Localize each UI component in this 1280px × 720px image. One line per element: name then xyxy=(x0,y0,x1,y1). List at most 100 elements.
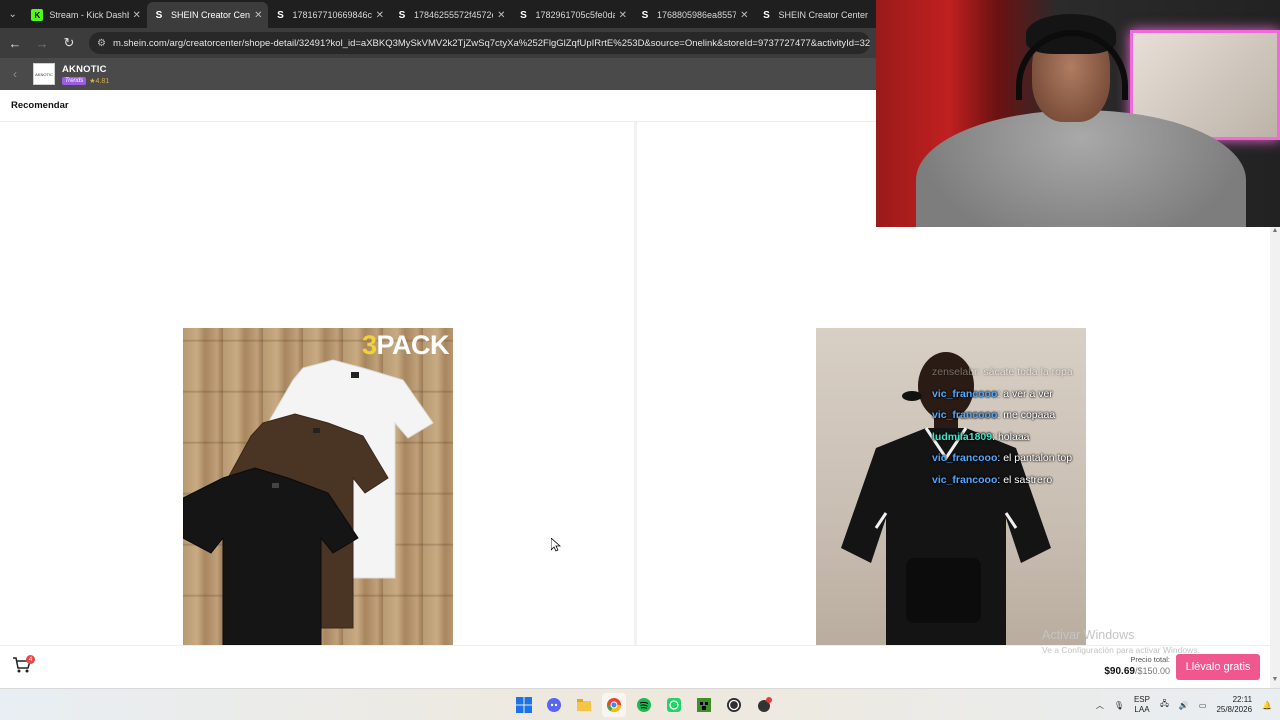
checkout-bar: 4 Activar Windows Ve a Configuración par… xyxy=(0,628,1270,688)
chat-message: zenselabr: sácate toda la ropa xyxy=(932,362,1152,384)
obs-icon[interactable] xyxy=(722,693,746,717)
stream-chat-overlay: zenselabr: sácate toda la ropa vic_franc… xyxy=(932,362,1152,491)
lang-line-1: ESP xyxy=(1133,695,1150,704)
tab-search-chevron-icon[interactable]: ⌄ xyxy=(0,0,25,28)
back-arrow-icon[interactable]: ← xyxy=(3,31,27,55)
tab-shein-creator-center[interactable]: S SHEIN Creator Center ✕ xyxy=(146,2,269,28)
shein-favicon-icon: S xyxy=(155,9,163,21)
section-header: Recomendar xyxy=(0,90,876,122)
shein-favicon-icon: S xyxy=(277,9,284,21)
url-text: m.shein.com/arg/creatorcenter/shope-deta… xyxy=(112,37,870,49)
pack-number: 3 xyxy=(361,330,377,360)
browser-tab-strip: ⌄ K Stream - Kick Dashbo ✕ S SHEIN Creat… xyxy=(0,0,876,28)
spotify-icon[interactable] xyxy=(632,693,656,717)
chrome-icon[interactable] xyxy=(602,693,626,717)
url-input[interactable]: ⚙ m.shein.com/arg/creatorcenter/shope-de… xyxy=(89,32,870,54)
lang-line-2: LAA xyxy=(1134,705,1150,714)
chat-text: el sastrero xyxy=(1003,473,1053,486)
windows-taskbar: ︿ 🎙 ESP LAA 🖧 🔊 ▭ 22:11 25/8/2026 🔔 xyxy=(0,688,1280,720)
tab-close-icon[interactable]: ✕ xyxy=(376,10,384,21)
chat-text: el pantalon top xyxy=(1003,452,1073,464)
pack-text: PACK xyxy=(376,330,449,360)
watermark-line-1: Activar Windows xyxy=(1042,628,1135,642)
tab-shein-creator-center-2[interactable]: S SHEIN Creator Center xyxy=(755,2,877,28)
shein-favicon-icon: S xyxy=(398,9,406,21)
price-summary: Precio total: $90.69/$150.00 xyxy=(1104,655,1170,677)
trends-badge: Trends xyxy=(62,76,87,85)
app-icon[interactable] xyxy=(752,693,776,717)
tab-title: 1782961705c5fe0da xyxy=(535,10,615,20)
get-free-button[interactable]: Llévalo gratis xyxy=(1176,654,1260,680)
tab-shein-image-2[interactable]: S 17846255572f4572ebc ✕ xyxy=(390,2,512,28)
tab-close-icon[interactable]: ✕ xyxy=(497,10,505,21)
chat-text: zenselabr: sácate toda la ropa xyxy=(932,366,1073,378)
clock-date: 25/8/2026 xyxy=(1216,705,1253,714)
battery-icon[interactable]: ▭ xyxy=(1199,701,1207,710)
chat-message: vic_francooo: el sastrero xyxy=(932,473,1053,486)
shein-favicon-icon: S xyxy=(641,9,649,21)
windows-activation-watermark: Activar Windows Ve a Configuración para … xyxy=(1042,628,1200,655)
tab-close-icon[interactable]: ✕ xyxy=(740,10,748,21)
tab-shein-image-3[interactable]: S 1782961705c5fe0da ✕ xyxy=(511,2,633,28)
shein-favicon-icon: S xyxy=(520,9,527,21)
notification-icon[interactable]: 🔔 xyxy=(1262,701,1272,710)
chat-text: holaaa xyxy=(997,430,1030,443)
shein-favicon-icon: S xyxy=(763,9,770,21)
pack-label: 3PACK xyxy=(361,330,450,361)
site-settings-icon[interactable]: ⚙ xyxy=(97,38,106,49)
webcam-overlay xyxy=(876,0,1280,227)
store-info: AKNOTIC Trends ★4.81 xyxy=(62,64,109,85)
forward-arrow-icon[interactable]: → xyxy=(30,31,54,55)
tab-shein-image-4[interactable]: S 1768805986ea8557fa ✕ xyxy=(633,2,755,28)
minecraft-icon[interactable] xyxy=(692,693,716,717)
store-name: AKNOTIC xyxy=(62,63,107,75)
windows-start-icon[interactable] xyxy=(512,693,536,717)
volume-icon[interactable]: 🔊 xyxy=(1179,701,1189,710)
clock-time: 22:11 xyxy=(1232,695,1253,704)
tab-close-icon[interactable]: ✕ xyxy=(133,10,141,21)
screen: ⌄ K Stream - Kick Dashbo ✕ S SHEIN Creat… xyxy=(0,0,1280,720)
tab-title: Stream - Kick Dashbo xyxy=(49,10,129,20)
store-header: ‹ AKNOTIC AKNOTIC Trends ★4.81 xyxy=(0,58,876,90)
clock[interactable]: 22:11 25/8/2026 xyxy=(1216,695,1252,715)
product-image-3-pack[interactable]: 3PACK xyxy=(183,328,453,645)
chat-text: a ver a ver xyxy=(1003,387,1053,400)
network-icon[interactable]: 🖧 xyxy=(1160,698,1169,712)
scroll-up-icon[interactable]: ▲ xyxy=(1270,227,1280,239)
chat-username: ludmila1809 xyxy=(932,430,993,443)
tab-shein-image-1[interactable]: S 178167710669846c2e ✕ xyxy=(268,2,390,28)
file-explorer-icon[interactable] xyxy=(572,693,596,717)
language-indicator[interactable]: ESP LAA xyxy=(1134,695,1150,715)
chevron-left-icon[interactable]: ‹ xyxy=(0,67,30,81)
tab-close-icon[interactable]: ✕ xyxy=(619,10,627,21)
price-label: Precio total: xyxy=(1130,655,1170,664)
chat-message: vic_francooo: el pantalon top xyxy=(932,452,1073,464)
whatsapp-icon[interactable] xyxy=(662,693,686,717)
page-scrollbar[interactable]: ▲ ▼ xyxy=(1270,227,1280,688)
tshirts-graphic xyxy=(183,359,434,645)
watermark-line-2: Ve a Configuración para activar Windows. xyxy=(1042,645,1200,655)
chat-message: vic_francooo: a ver a ver xyxy=(932,387,1053,400)
address-bar-row: ← → ↻ ⚙ m.shein.com/arg/creatorcenter/sh… xyxy=(0,28,876,58)
chat-username: vic_francooo xyxy=(932,409,998,421)
chat-username: vic_francooo xyxy=(932,473,998,486)
kick-favicon-icon: K xyxy=(31,9,44,21)
reload-icon[interactable]: ↻ xyxy=(57,31,81,55)
discord-icon[interactable] xyxy=(542,693,566,717)
tab-title: 178167710669846c2e xyxy=(292,10,372,20)
price-line: $90.69/$150.00 xyxy=(1104,666,1170,677)
tab-kick[interactable]: K Stream - Kick Dashbo ✕ xyxy=(25,2,147,28)
tab-title: SHEIN Creator Center xyxy=(778,10,869,20)
chat-username: vic_francooo xyxy=(932,387,998,400)
section-title[interactable]: Recomendar xyxy=(11,100,69,111)
chat-username: vic_francooo xyxy=(932,452,998,464)
scroll-down-icon[interactable]: ▼ xyxy=(1270,676,1280,688)
tab-close-icon[interactable]: ✕ xyxy=(254,10,262,21)
tab-title: 1768805986ea8557fa xyxy=(657,10,737,20)
microphone-icon[interactable]: 🎙 xyxy=(1114,701,1124,710)
tab-title: 17846255572f4572ebc xyxy=(413,10,493,20)
tab-title: SHEIN Creator Center xyxy=(170,10,250,20)
store-rating: ★4.81 xyxy=(89,77,110,85)
chevron-up-icon[interactable]: ︿ xyxy=(1096,700,1104,711)
chat-message: ludmila1809: holaaa xyxy=(932,430,1030,443)
